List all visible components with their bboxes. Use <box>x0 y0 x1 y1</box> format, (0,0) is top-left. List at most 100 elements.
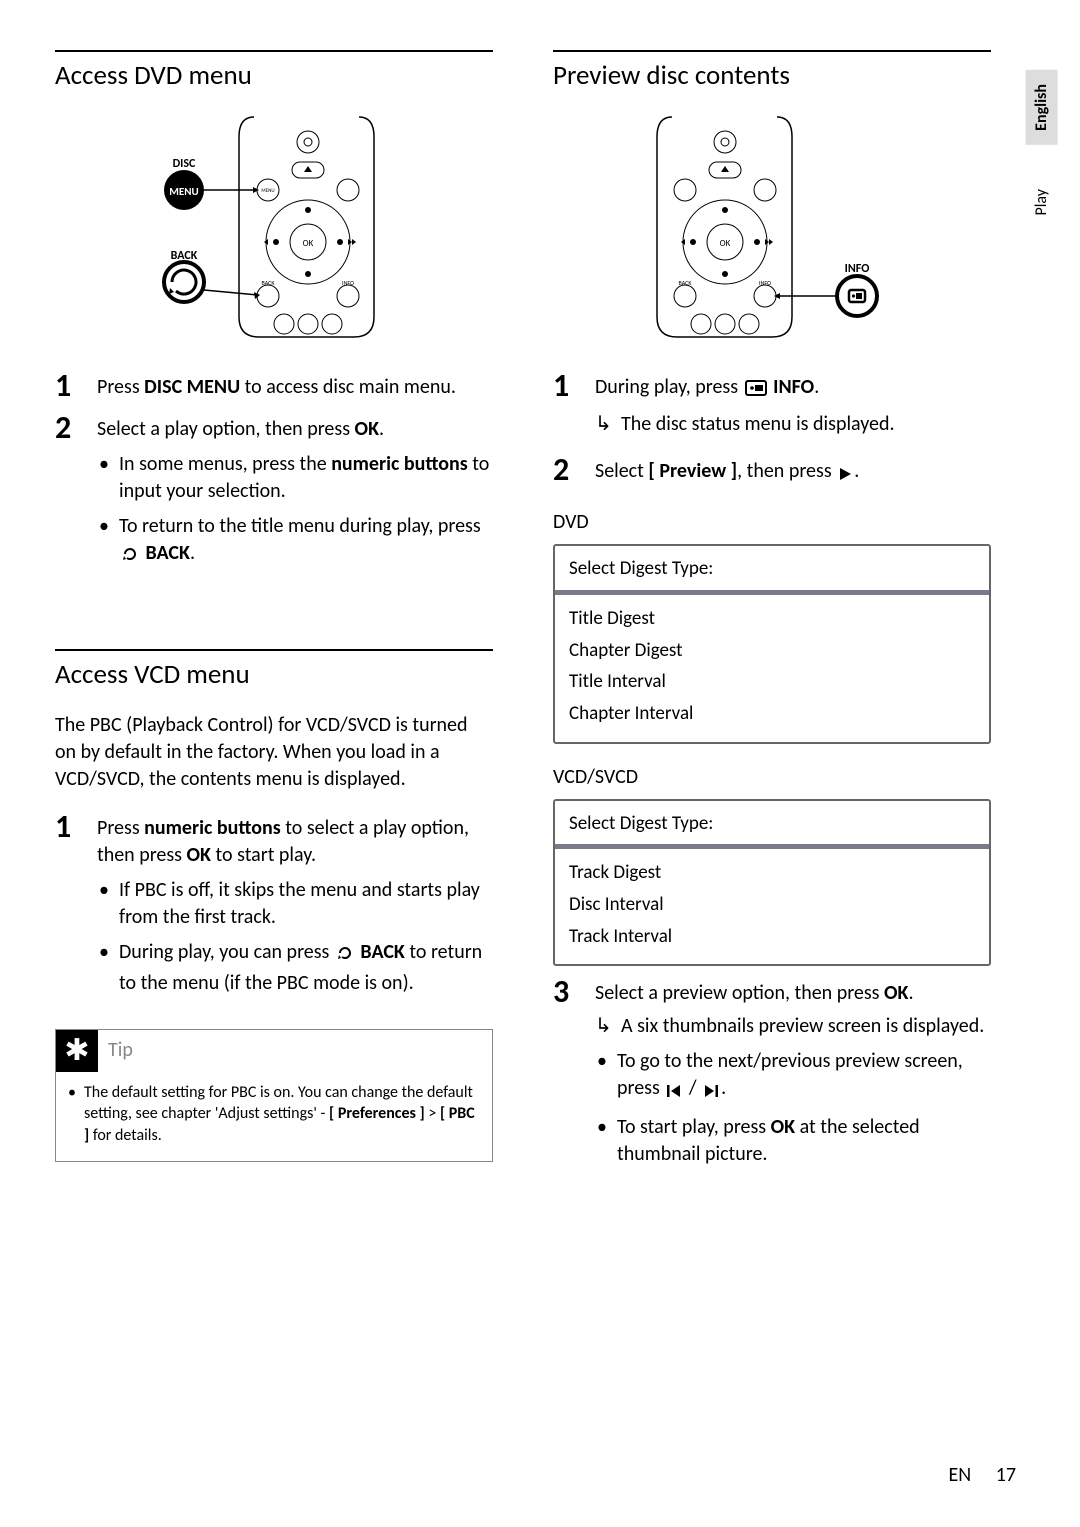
panel-vcd: Select Digest Type: Track Digest Disc In… <box>553 799 991 967</box>
back-icon <box>336 943 354 970</box>
text: Select a preview option, then press <box>595 981 884 1005</box>
text: OK <box>187 843 211 867</box>
play-right-icon <box>838 462 852 489</box>
step-1-preview: 1 During play, press INFO. The disc stat… <box>553 370 991 444</box>
bullet: To go to the next/previous preview scree… <box>595 1048 991 1106</box>
heading-access-vcd-menu: Access VCD menu <box>55 649 493 693</box>
step-1-dvd: 1 Press DISC MENU to access disc main me… <box>55 370 493 402</box>
heading-preview-disc-contents: Preview disc contents <box>553 50 991 94</box>
text: OK <box>771 1115 795 1139</box>
side-tab-play: Play <box>1026 175 1058 230</box>
svg-text:BACK: BACK <box>262 279 276 287</box>
bullet: To start play, press OK at the selected … <box>595 1114 991 1168</box>
text: [ Preview ] <box>648 459 737 483</box>
text: OK <box>884 981 908 1005</box>
svg-text:INFO: INFO <box>759 279 771 287</box>
text: BACK <box>141 541 190 565</box>
left-column: Access DVD menu MENU OK BACK <box>55 50 493 1186</box>
remote-svg: MENU OK BACK INFO DISC MENU <box>144 112 404 342</box>
panel-item: Track Interval <box>569 921 975 953</box>
step-2-dvd: 2 Select a play option, then press OK. I… <box>55 412 493 579</box>
remote-figure-preview: OK BACK INFO INFO <box>553 112 991 350</box>
text: INFO <box>769 375 815 399</box>
step-1-vcd: 1 Press numeric buttons to select a play… <box>55 811 493 1005</box>
info-icon <box>745 378 767 405</box>
text: . <box>190 541 195 565</box>
svg-text:MENU: MENU <box>169 185 198 198</box>
paragraph: The PBC (Playback Control) for VCD/SVCD … <box>55 712 493 793</box>
bullet: In some menus, press the numeric buttons… <box>97 451 493 505</box>
step-number: 3 <box>553 976 595 1176</box>
step-number: 1 <box>55 811 97 1005</box>
panel-item: Title Interval <box>569 666 975 698</box>
panel-title: Select Digest Type: <box>555 801 989 845</box>
svg-text:INFO: INFO <box>342 279 354 287</box>
text: to start play. <box>211 843 316 867</box>
label-vcd: VCD/SVCD <box>553 764 991 791</box>
text: OK <box>355 417 379 441</box>
text: to access disc main menu. <box>240 375 456 399</box>
text: To return to the title menu during play,… <box>119 514 481 538</box>
svg-text:MENU: MENU <box>261 188 274 194</box>
text: . <box>909 981 914 1005</box>
tip-text: The default setting for PBC is on. You c… <box>68 1082 480 1147</box>
text: , then press <box>737 459 836 483</box>
panel-item: Disc Interval <box>569 889 975 921</box>
svg-text:DISC: DISC <box>173 157 196 171</box>
text: Press <box>97 816 144 840</box>
step-3-preview: 3 Select a preview option, then press OK… <box>553 976 991 1176</box>
text: . <box>379 417 384 441</box>
text: DISC MENU <box>144 375 240 399</box>
tip-box: ✱ Tip The default setting for PBC is on.… <box>55 1029 493 1162</box>
step-number: 1 <box>55 370 97 402</box>
right-column: Preview disc contents OK BACK INFO INFO <box>553 50 991 1186</box>
bullet: If PBC is off, it skips the menu and sta… <box>97 877 493 931</box>
panel-item: Chapter Digest <box>569 635 975 667</box>
svg-text:INFO: INFO <box>845 262 870 276</box>
side-tabs: English Play <box>1026 70 1058 229</box>
text: In some menus, press the <box>119 452 331 476</box>
remote-svg: OK BACK INFO INFO <box>627 112 917 342</box>
side-tab-english: English <box>1026 70 1058 145</box>
text: numeric buttons <box>144 816 281 840</box>
footer-lang: EN <box>949 1463 972 1487</box>
text: . <box>814 375 819 399</box>
remote-figure-dvd: MENU OK BACK INFO DISC MENU <box>55 112 493 350</box>
page-footer: EN 17 <box>949 1462 1017 1489</box>
panel-dvd: Select Digest Type: Title Digest Chapter… <box>553 544 991 743</box>
panel-item: Title Digest <box>569 603 975 635</box>
bullet: To return to the title menu during play,… <box>97 513 493 571</box>
svg-text:BACK: BACK <box>679 279 693 287</box>
result-text: The disc status menu is displayed. <box>595 411 991 438</box>
text: . <box>854 459 859 483</box>
text: BACK <box>356 940 405 964</box>
step-number: 1 <box>553 370 595 444</box>
svg-text:OK: OK <box>303 238 314 249</box>
text: During play, press <box>595 375 743 399</box>
svg-text:OK: OK <box>720 238 731 249</box>
text: To start play, press <box>617 1115 771 1139</box>
text: Select <box>595 459 648 483</box>
text: Select a play option, then press <box>97 417 355 441</box>
text: / <box>684 1076 701 1100</box>
next-icon <box>703 1079 719 1106</box>
back-icon <box>121 544 139 571</box>
prev-icon <box>666 1079 682 1106</box>
heading-access-dvd-menu: Access DVD menu <box>55 50 493 94</box>
step-number: 2 <box>553 454 595 489</box>
panel-title: Select Digest Type: <box>555 546 989 590</box>
bullet: During play, you can press BACK to retur… <box>97 939 493 997</box>
label-dvd: DVD <box>553 509 991 536</box>
text: During play, you can press <box>119 940 334 964</box>
footer-page-number: 17 <box>996 1463 1016 1487</box>
tip-label: Tip <box>108 1037 133 1064</box>
text: Press <box>97 375 144 399</box>
tip-icon: ✱ <box>56 1030 98 1072</box>
step-number: 2 <box>55 412 97 579</box>
result-text: A six thumbnails preview screen is displ… <box>595 1013 991 1040</box>
panel-item: Track Digest <box>569 857 975 889</box>
text: . <box>721 1076 726 1100</box>
text: numeric buttons <box>331 452 468 476</box>
step-2-preview: 2 Select [ Preview ], then press . <box>553 454 991 489</box>
panel-item: Chapter Interval <box>569 698 975 730</box>
